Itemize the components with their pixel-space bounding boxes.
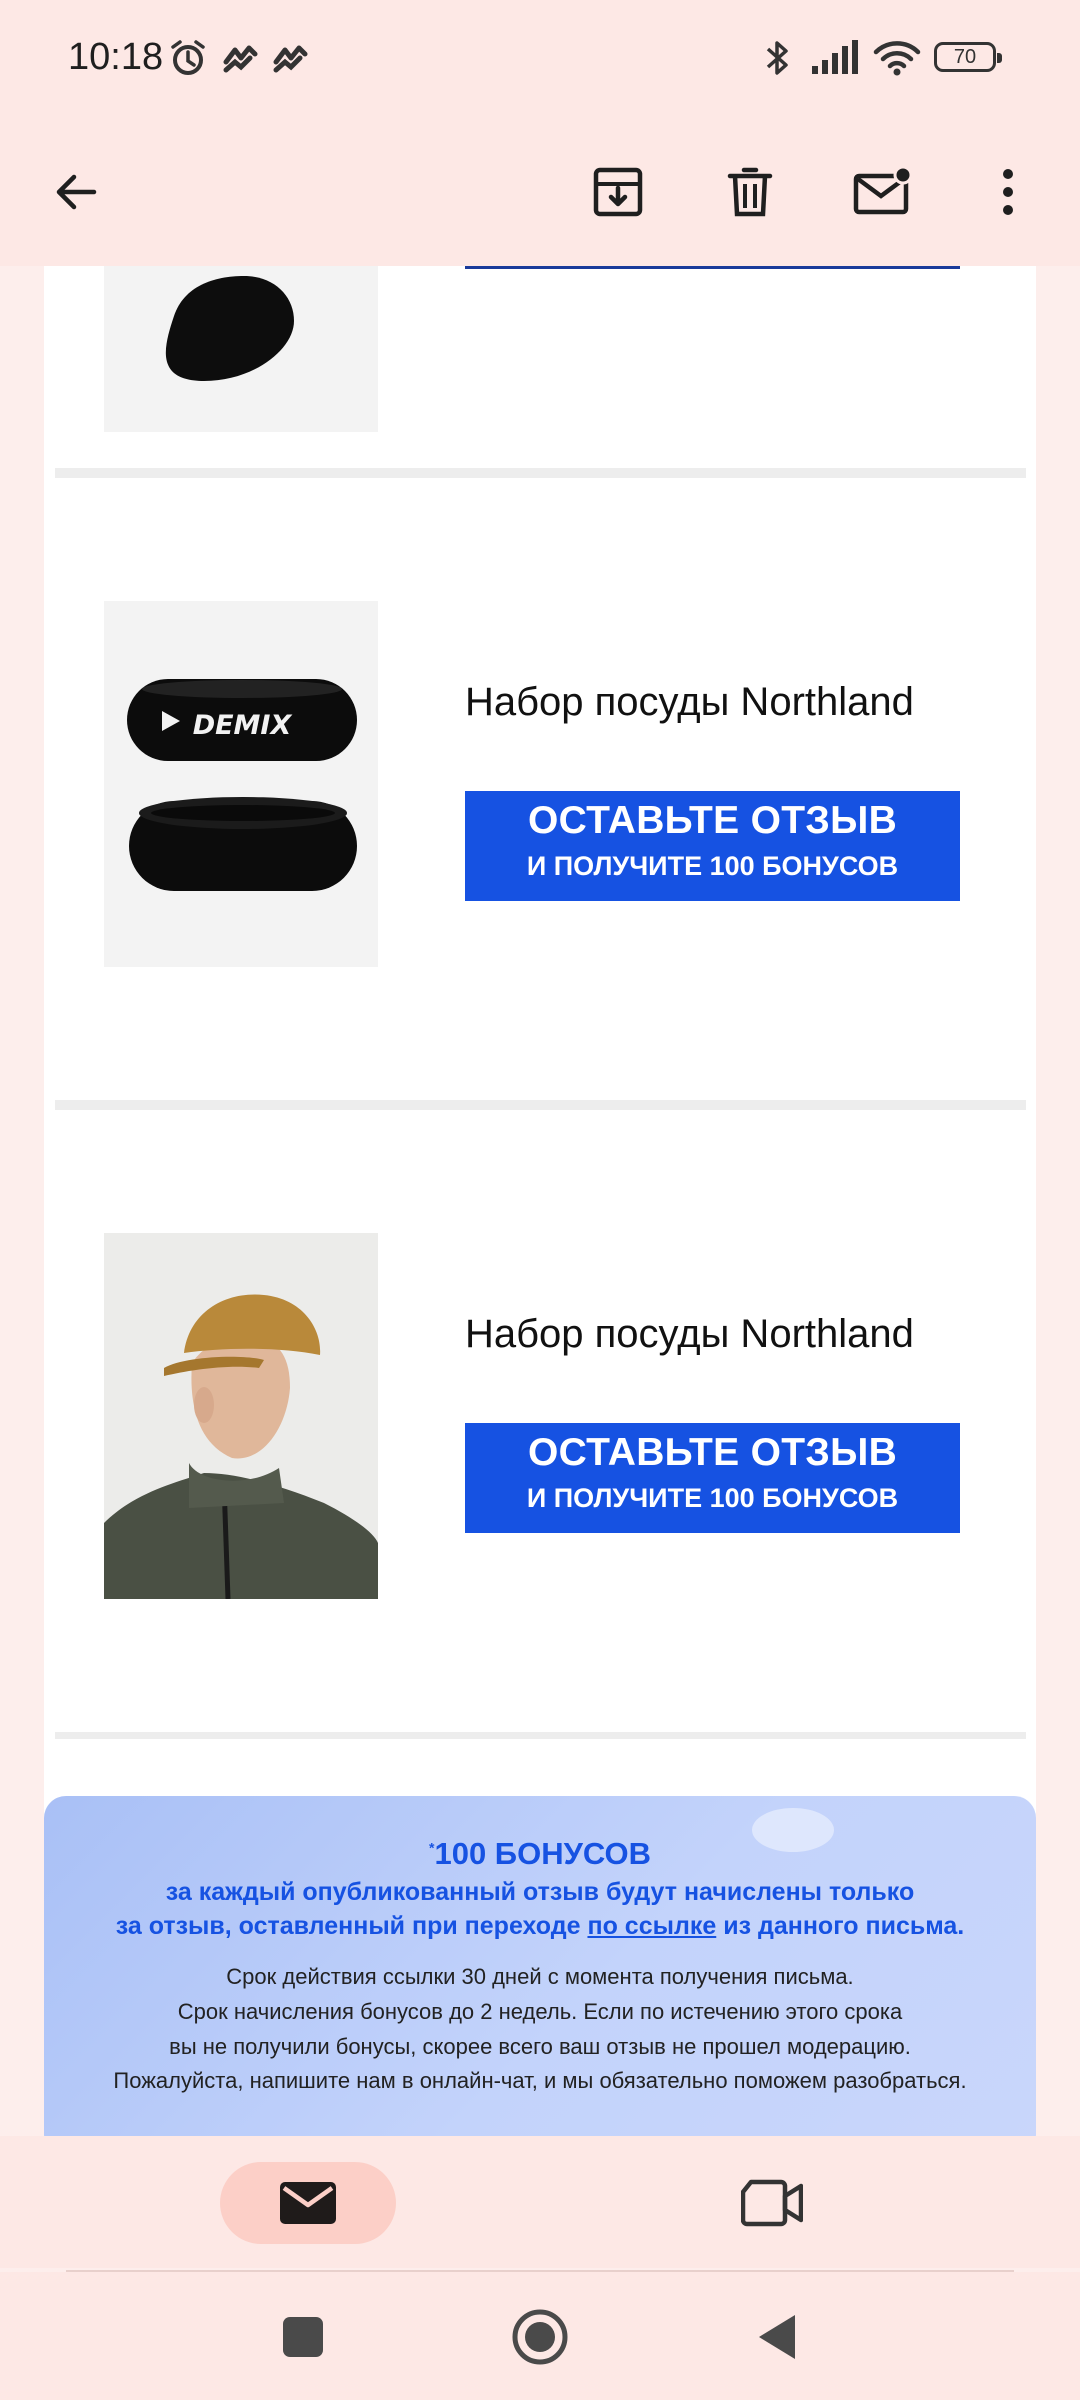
bonus-note-1: Срок действия ссылки 30 дней с момента п…	[226, 1964, 854, 1989]
mail-icon	[280, 2182, 336, 2224]
bonus-title: *100 БОНУСОВ	[429, 1836, 651, 1871]
archive-button[interactable]	[574, 148, 662, 236]
more-options-button[interactable]	[964, 148, 1052, 236]
nav-mail-tab[interactable]	[220, 2162, 396, 2244]
video-icon	[741, 2179, 803, 2227]
cta-button-edge[interactable]	[465, 266, 960, 269]
divider	[55, 468, 1026, 478]
system-navigation-bar	[0, 2272, 1080, 2400]
signal-icon	[810, 38, 860, 83]
home-button[interactable]	[505, 2302, 575, 2372]
product-image-headband[interactable]: DEMIX	[104, 601, 378, 967]
mark-unread-icon	[853, 165, 912, 215]
bonus-note-4: Пожалуйста, напишите нам в онлайн-чат, и…	[113, 2068, 967, 2093]
leave-review-button[interactable]: ОСТАВЬТЕ ОТЗЫВ И ПОЛУЧИТЕ 100 БОНУСОВ	[465, 1423, 960, 1533]
back-button[interactable]	[32, 148, 120, 236]
bottom-navigation	[0, 2136, 1080, 2268]
mark-unread-button[interactable]	[838, 148, 926, 236]
back-triangle-icon	[759, 2315, 795, 2359]
product-image[interactable]	[104, 266, 378, 432]
product-title[interactable]: Набор посуды Northland	[465, 680, 914, 725]
cta-line1: ОСТАВЬТЕ ОТЗЫВ	[527, 1431, 898, 1474]
recents-button[interactable]	[268, 2302, 338, 2372]
email-canvas: DEMIX Набор посуды Northland ОСТАВЬТЕ ОТ…	[44, 266, 1036, 2136]
more-vert-icon	[1003, 169, 1013, 215]
product-image-cap[interactable]	[104, 1233, 378, 1599]
home-circle-icon	[512, 2309, 568, 2365]
divider	[55, 1100, 1026, 1110]
bonus-note-2: Срок начисления бонусов до 2 недель. Есл…	[177, 1999, 903, 2024]
recents-square-icon	[283, 2317, 323, 2357]
divider	[55, 1732, 1026, 1739]
app-notification-icon	[220, 38, 260, 83]
cta-line1: ОСТАВЬТЕ ОТЗЫВ	[527, 799, 898, 842]
nav-meet-tab[interactable]	[728, 2162, 816, 2244]
bonus-note-3: вы не получили бонусы, скорее всего ваш …	[169, 2034, 911, 2059]
alarm-icon	[168, 38, 208, 83]
status-time: 10:18	[68, 36, 164, 78]
wifi-icon	[872, 38, 922, 83]
demix-logo-text: DEMIX	[193, 710, 293, 741]
system-back-button[interactable]	[742, 2302, 812, 2372]
email-toolbar	[0, 118, 1080, 266]
app-notification-icon	[270, 38, 310, 83]
email-body[interactable]: DEMIX Набор посуды Northland ОСТАВЬТЕ ОТ…	[0, 266, 1080, 2136]
product-title[interactable]: Набор посуды Northland	[465, 1312, 914, 1357]
bonus-info-box: *100 БОНУСОВ за каждый опубликованный от…	[44, 1796, 1036, 2136]
back-arrow-icon	[56, 174, 97, 210]
bonus-line2: за отзыв, оставленный при переходе по сс…	[115, 1912, 965, 1940]
bluetooth-icon	[760, 38, 796, 83]
delete-icon	[727, 167, 773, 217]
bonus-line1: за каждый опубликованный отзыв будут нач…	[165, 1878, 915, 1906]
cta-line2: И ПОЛУЧИТЕ 100 БОНУСОВ	[526, 1483, 899, 1513]
leave-review-button[interactable]: ОСТАВЬТЕ ОТЗЫВ И ПОЛУЧИТЕ 100 БОНУСОВ	[465, 791, 960, 901]
status-bar: 10:18 70	[0, 0, 1080, 118]
review-link[interactable]: по ссылке	[587, 1912, 716, 1940]
archive-icon	[593, 167, 643, 217]
battery-icon: 70	[934, 42, 1002, 72]
delete-button[interactable]	[706, 148, 794, 236]
cta-line2: И ПОЛУЧИТЕ 100 БОНУСОВ	[526, 851, 899, 881]
